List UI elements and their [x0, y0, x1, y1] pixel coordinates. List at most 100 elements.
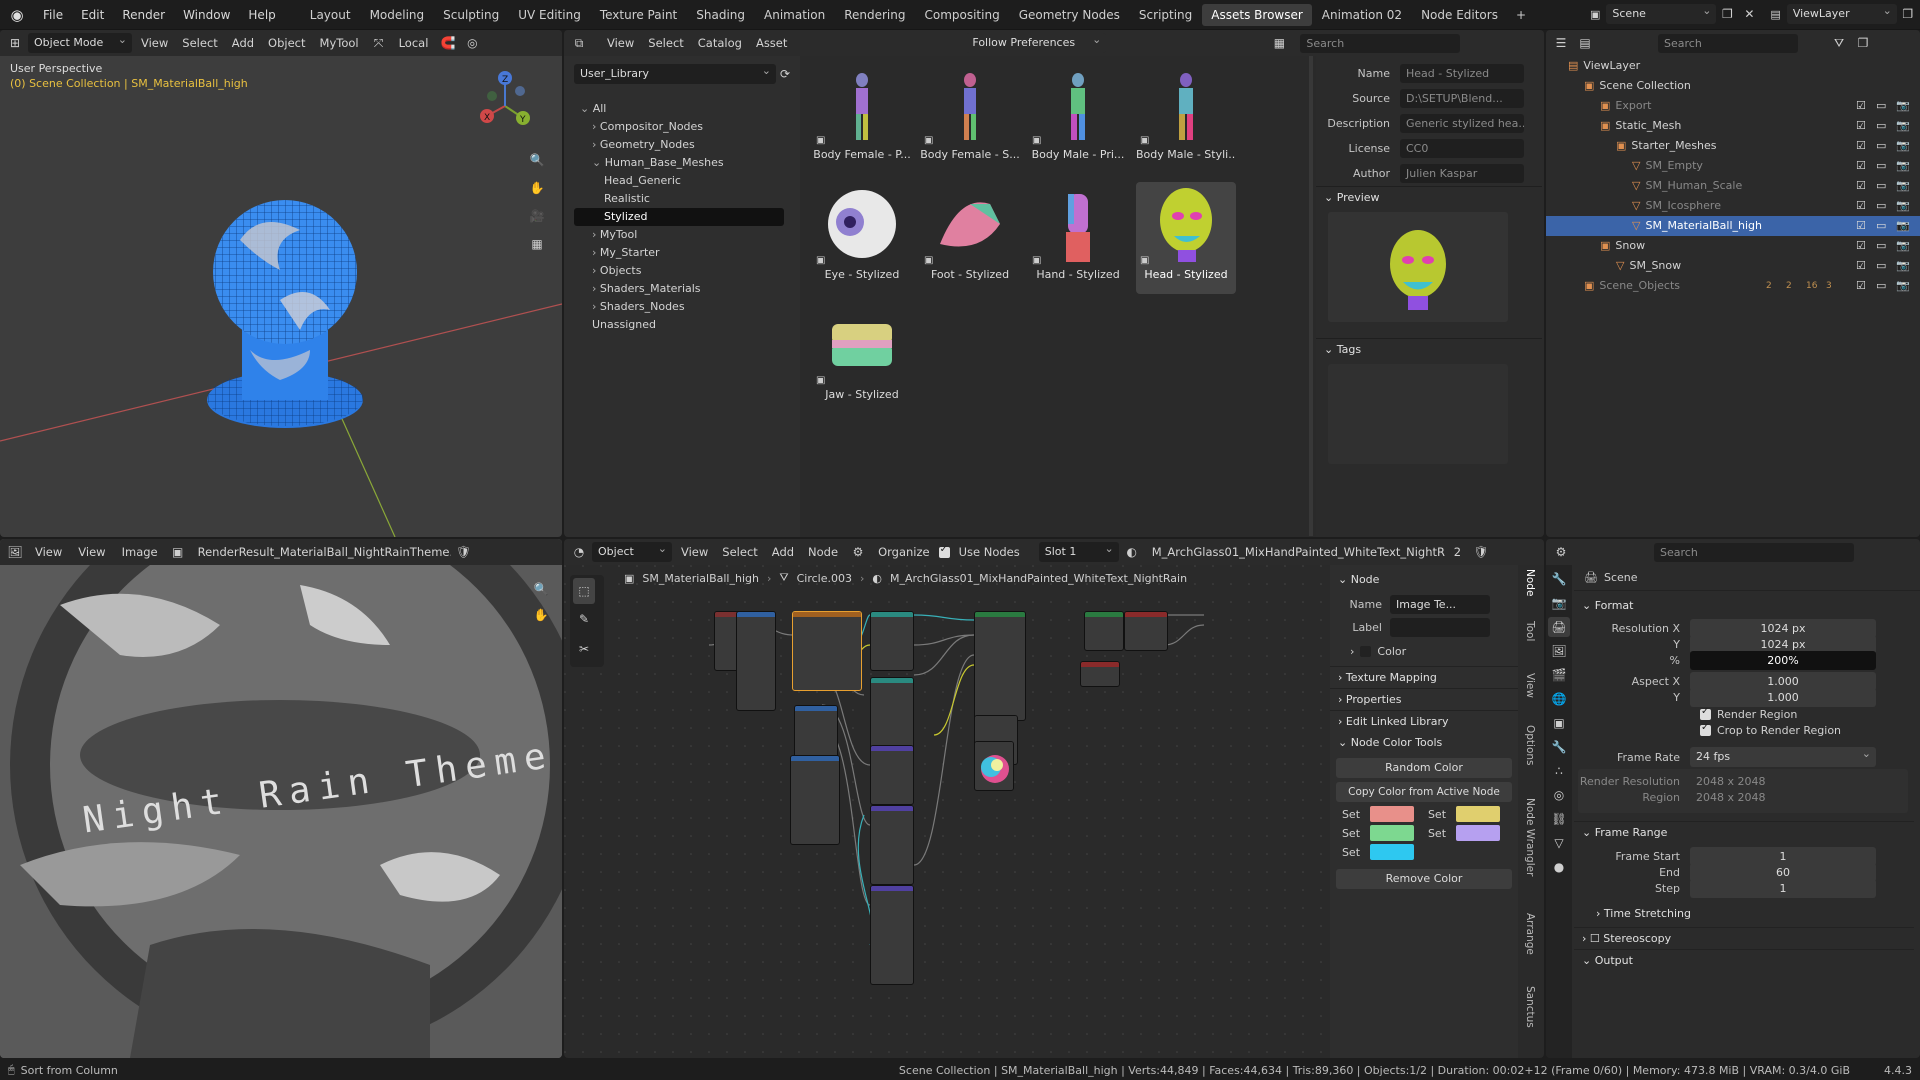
- catalog-item-my-starter[interactable]: › My_Starter: [574, 244, 784, 262]
- hide-viewport-icon[interactable]: ▭: [1876, 196, 1886, 216]
- exclude-checkbox-icon[interactable]: ☑: [1856, 276, 1866, 296]
- library-dropdown[interactable]: User_Library: [574, 64, 776, 84]
- copy-color-button[interactable]: Copy Color from Active Node: [1336, 782, 1512, 802]
- render-visibility-icon[interactable]: 📷: [1896, 156, 1910, 176]
- outliner-item-scene-collection[interactable]: ▣ Scene Collection: [1546, 76, 1920, 96]
- hide-viewport-icon[interactable]: ▭: [1876, 236, 1886, 256]
- asset-menu-view[interactable]: View: [600, 33, 641, 53]
- exclude-checkbox-icon[interactable]: ☑: [1856, 96, 1866, 116]
- properties-search-input[interactable]: Search: [1654, 542, 1854, 562]
- expand-icon[interactable]: ›: [592, 264, 600, 277]
- workspace-tab-texture-paint[interactable]: Texture Paint: [591, 4, 686, 26]
- viewport-menu-add[interactable]: Add: [225, 33, 261, 53]
- asset-head-stylized[interactable]: ▣ Head - Stylized: [1136, 182, 1236, 294]
- outliner-item-sm-empty[interactable]: ▽ SM_Empty ☑ ▭ 📷: [1546, 156, 1920, 176]
- workspace-tab-uv-editing[interactable]: UV Editing: [509, 4, 590, 26]
- asset-menu-select[interactable]: Select: [641, 33, 690, 53]
- workspace-tab-node-editors[interactable]: Node Editors: [1412, 4, 1507, 26]
- render-visibility-icon[interactable]: 📷: [1896, 256, 1910, 276]
- asset-foot-stylized[interactable]: ▣ Foot - Stylized: [920, 182, 1020, 294]
- shader-node[interactable]: [870, 745, 914, 805]
- hide-viewport-icon[interactable]: ▭: [1876, 176, 1886, 196]
- color-swatch[interactable]: [1370, 825, 1414, 841]
- annotate-icon[interactable]: ✎: [573, 604, 595, 634]
- render-visibility-icon[interactable]: 📷: [1896, 236, 1910, 256]
- new-scene-icon[interactable]: ❐: [1716, 4, 1738, 24]
- zoom-icon[interactable]: 🔍: [530, 579, 552, 599]
- shader-node[interactable]: [974, 611, 1026, 721]
- hide-viewport-icon[interactable]: ▭: [1876, 136, 1886, 156]
- 3d-viewport[interactable]: ⊞ Object Mode ViewSelectAddObjectMyTool …: [0, 30, 562, 537]
- scene-tab-icon[interactable]: 🎬: [1548, 665, 1570, 685]
- format-panel-header[interactable]: ⌄ Format: [1574, 595, 1920, 617]
- workspace-tab-rendering[interactable]: Rendering: [835, 4, 914, 26]
- image-name[interactable]: RenderResult_MaterialBall_NightRainTheme…: [191, 542, 451, 562]
- expand-icon[interactable]: ⌄: [592, 156, 605, 169]
- blender-logo-icon[interactable]: ◉: [0, 0, 34, 30]
- workspace-tab-modeling[interactable]: Modeling: [361, 4, 434, 26]
- expand-icon[interactable]: ›: [592, 300, 600, 313]
- new-viewlayer-icon[interactable]: ❐: [1897, 4, 1919, 24]
- outliner-item-static-mesh[interactable]: ▣ Static_Mesh ☑ ▭ 📷: [1546, 116, 1920, 136]
- exclude-checkbox-icon[interactable]: ☑: [1856, 196, 1866, 216]
- hide-viewport-icon[interactable]: ▭: [1876, 116, 1886, 136]
- asset-body-male-styli[interactable]: ▣ Body Male - Styli...: [1136, 62, 1236, 174]
- expand-icon[interactable]: ›: [592, 138, 600, 151]
- material-users-count[interactable]: 2: [1447, 542, 1468, 562]
- menu-help[interactable]: Help: [239, 0, 284, 30]
- outliner-item-scene-objects[interactable]: ▣ Scene_Objects ☑ ▭ 📷 2 2 16 3: [1546, 276, 1920, 296]
- expand-icon[interactable]: ›: [592, 246, 600, 259]
- editor-type-icon[interactable]: ⧉: [568, 33, 590, 53]
- tool-tab-icon[interactable]: 🔧: [1548, 569, 1570, 589]
- expand-icon[interactable]: ›: [1350, 645, 1354, 658]
- viewport-menu-object[interactable]: Object: [261, 33, 312, 53]
- workspace-tab-geometry-nodes[interactable]: Geometry Nodes: [1010, 4, 1129, 26]
- panel-edit-linked-library[interactable]: › Edit Linked Library: [1330, 710, 1518, 732]
- view-mode-dropdown[interactable]: View: [28, 542, 69, 562]
- exclude-checkbox-icon[interactable]: ☑: [1856, 116, 1866, 136]
- material-slot-dropdown[interactable]: Slot 1: [1038, 542, 1119, 562]
- mode-dropdown[interactable]: Object Mode: [28, 33, 132, 53]
- data-tab-icon[interactable]: ▽: [1548, 833, 1570, 853]
- frame-range-panel-header[interactable]: ⌄ Frame Range: [1574, 821, 1914, 843]
- import-method-dropdown[interactable]: Follow Preferences: [966, 33, 1107, 53]
- render-visibility-icon[interactable]: 📷: [1896, 96, 1910, 116]
- shader-node[interactable]: [736, 611, 776, 711]
- material-tab-icon[interactable]: ●: [1548, 857, 1570, 877]
- panel-properties[interactable]: › Properties: [1330, 688, 1518, 710]
- links-cut-icon[interactable]: ✂: [573, 634, 595, 664]
- image-editor[interactable]: 🖼 View View Image ▣ RenderResult_Materia…: [0, 539, 562, 1058]
- snap-icon[interactable]: 🧲: [437, 33, 459, 53]
- workspace-tab-animation[interactable]: Animation: [755, 4, 834, 26]
- shader-node[interactable]: [870, 805, 914, 885]
- asset-hand-stylized[interactable]: ▣ Hand - Stylized: [1028, 182, 1128, 294]
- expand-icon[interactable]: ›: [592, 282, 600, 295]
- render-visibility-icon[interactable]: 📷: [1896, 216, 1910, 236]
- hide-viewport-icon[interactable]: ▭: [1876, 156, 1886, 176]
- workspace-tab-assets-browser[interactable]: Assets Browser: [1202, 3, 1312, 26]
- catalog-item-realistic[interactable]: Realistic: [574, 190, 784, 208]
- panel-texture-mapping[interactable]: › Texture Mapping: [1330, 666, 1518, 688]
- workspace-tab-scripting[interactable]: Scripting: [1130, 4, 1201, 26]
- add-workspace-icon[interactable]: +: [1507, 4, 1535, 26]
- hide-viewport-icon[interactable]: ▭: [1876, 96, 1886, 116]
- catalog-item-head-generic[interactable]: Head_Generic: [574, 172, 784, 190]
- menu-view[interactable]: View: [71, 542, 112, 562]
- menu-render[interactable]: Render: [113, 0, 174, 30]
- workspace-tab-shading[interactable]: Shading: [687, 4, 754, 26]
- meta-name-field[interactable]: Head - Stylized: [1400, 64, 1524, 83]
- view-layer-tab-icon[interactable]: 🖼: [1548, 641, 1570, 661]
- constraints-tab-icon[interactable]: ⛓: [1548, 809, 1570, 829]
- outliner-item-snow[interactable]: ▣ Snow ☑ ▭ 📷: [1546, 236, 1920, 256]
- catalog-item-human-base-meshes[interactable]: ⌄ Human_Base_Meshes: [574, 154, 784, 172]
- expand-icon[interactable]: ›: [592, 120, 600, 133]
- transform-orientation-dropdown[interactable]: Local: [392, 33, 436, 53]
- expand-icon[interactable]: ›: [592, 228, 600, 241]
- sidebar-tab-view[interactable]: View: [1524, 673, 1536, 698]
- outliner-item-sm-snow[interactable]: ▽ SM_Snow ☑ ▭ 📷: [1546, 256, 1920, 276]
- workspace-tab-sculpting[interactable]: Sculpting: [434, 4, 508, 26]
- editor-type-icon[interactable]: 🖼: [4, 542, 26, 562]
- outliner-item-sm-materialball-high[interactable]: ▽ SM_MaterialBall_high ☑ ▭ 📷: [1546, 216, 1920, 236]
- material-browse-icon[interactable]: ◐: [1121, 542, 1143, 562]
- menu-edit[interactable]: Edit: [72, 0, 113, 30]
